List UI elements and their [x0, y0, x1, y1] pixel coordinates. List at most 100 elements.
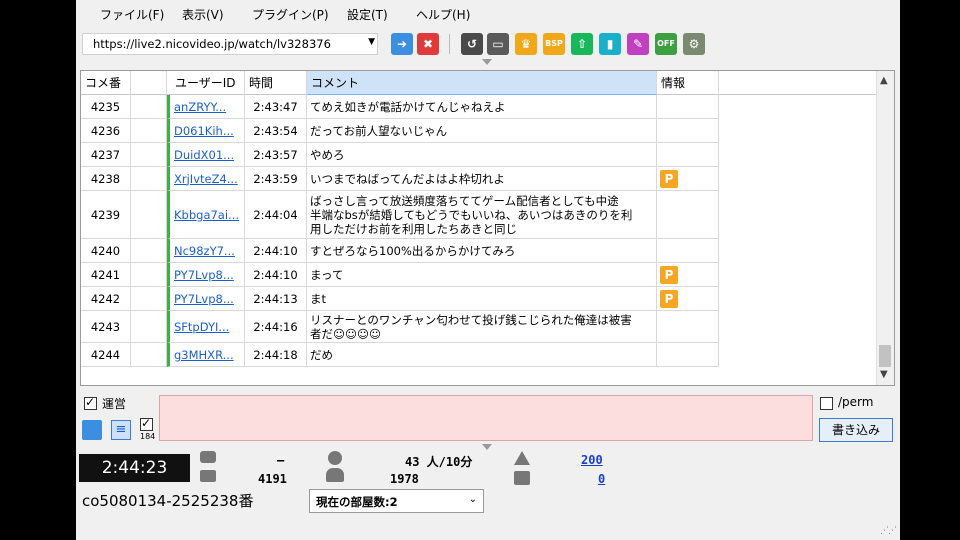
- row-comment-lines: まt: [310, 292, 326, 306]
- row-time: 2:44:13: [245, 287, 307, 311]
- comment-total-icon: [200, 470, 216, 482]
- hide-184-checkbox[interactable]: [140, 416, 153, 431]
- resize-grip-icon[interactable]: ⋰⋰: [880, 526, 897, 536]
- header-comment-number[interactable]: コメ番: [81, 71, 131, 95]
- keyboard-icon[interactable]: [82, 420, 102, 440]
- row-info: [657, 191, 719, 239]
- comment-grid[interactable]: コメ番 ユーザーID 時間 コメント 情報 4235 anZRYY... 2:43:…: [80, 70, 895, 386]
- table-row[interactable]: 4239 Kbbga7ai... 2:44:04 ばっさし言って放送頻度落ちててゲーム…: [81, 191, 721, 239]
- table-row[interactable]: 4236 D061Kih... 2:43:54 だってお前人望ないじゃん: [81, 119, 721, 143]
- row-user-id-link[interactable]: Kbbga7ai...: [167, 191, 245, 239]
- disconnect-icon[interactable]: ✖: [417, 33, 439, 55]
- row-info: P: [657, 287, 719, 311]
- table-row[interactable]: 4242 PY7Lvp8... 2:44:13 まt P: [81, 287, 721, 311]
- scroll-up-icon[interactable]: ▲: [880, 75, 888, 86]
- header-user-id[interactable]: ユーザーID: [167, 71, 245, 95]
- row-time: 2:44:04: [245, 191, 307, 239]
- list-icon[interactable]: ≡: [111, 420, 131, 440]
- community-id: co5080134-2525238番: [82, 492, 254, 510]
- menu-file[interactable]: ファイル(F): [100, 6, 164, 23]
- splitter-arrow-icon[interactable]: [482, 59, 492, 65]
- room-select-value: 現在の部屋数:2: [316, 495, 398, 509]
- row-user-id-link[interactable]: PY7Lvp8...: [167, 263, 245, 287]
- vertical-scrollbar[interactable]: ▲ ▼: [876, 71, 894, 385]
- table-row[interactable]: 4240 Nc98zY7... 2:44:10 すとぜろなら100%出るからかけてみろ: [81, 239, 721, 263]
- bsp-icon[interactable]: BSP: [543, 33, 565, 55]
- visitors-icon: [326, 468, 344, 482]
- chevron-down-icon[interactable]: ⌄: [469, 494, 477, 505]
- table-row[interactable]: 4238 XrjIvteZ4... 2:43:59 いつまでねばってんだよはよ枠切れよ…: [81, 167, 721, 191]
- row-user-id-link[interactable]: g3MHXR...: [167, 343, 245, 367]
- upload-icon[interactable]: ⇧: [571, 33, 593, 55]
- menu-view[interactable]: 表示(V): [182, 6, 224, 23]
- menu-bar: ファイル(F) 表示(V) プラグイン(P) 設定(T) ヘルプ(H): [76, 0, 900, 28]
- perm-checkbox[interactable]: [820, 397, 833, 410]
- row-comment-line: 用しただけお前を利用したちあきと同じ: [310, 221, 517, 236]
- row-user-id-link[interactable]: D061Kih...: [167, 119, 245, 143]
- settings-icon[interactable]: ⚙: [683, 33, 705, 55]
- row-comment-number: 4242: [81, 287, 131, 311]
- row-time: 2:43:54: [245, 119, 307, 143]
- row-comment: まt: [307, 287, 657, 311]
- splitter-arrow-icon[interactable]: [482, 444, 492, 450]
- row-comment-number: 4235: [81, 95, 131, 119]
- table-row[interactable]: 4243 SFtpDYI... 2:44:16 リスナーとのワンチャン匂わせて投げ銭こ…: [81, 311, 721, 343]
- row-blank-cell: [131, 191, 167, 239]
- menu-help[interactable]: ヘルプ(H): [416, 6, 470, 23]
- menu-plugin[interactable]: プラグイン(P): [252, 6, 329, 23]
- header-comment[interactable]: コメント: [307, 71, 657, 95]
- row-user-id-link[interactable]: PY7Lvp8...: [167, 287, 245, 311]
- header-blank[interactable]: [131, 71, 167, 95]
- off-icon[interactable]: OFF: [655, 33, 677, 55]
- write-button[interactable]: 書き込み: [819, 418, 893, 442]
- row-info: [657, 95, 719, 119]
- table-row[interactable]: 4241 PY7Lvp8... 2:44:10 まって P: [81, 263, 721, 287]
- row-comment-lines: リスナーとのワンチャン匂わせて投げ銭こじられた俺達は被害 者だ☺☺☺☺: [310, 313, 632, 341]
- row-user-id-link[interactable]: Nc98zY7...: [167, 239, 245, 263]
- header-time[interactable]: 時間: [245, 71, 307, 95]
- row-user-id-link[interactable]: DuidX01...: [167, 143, 245, 167]
- row-user-id-link[interactable]: SFtpDYI...: [167, 311, 245, 343]
- room-select[interactable]: 現在の部屋数:2 ⌄: [309, 489, 484, 513]
- table-row[interactable]: 4244 g3MHXR... 2:44:18 だめ: [81, 343, 721, 367]
- gift-icon: [514, 471, 530, 485]
- menu-settings[interactable]: 設定(T): [347, 6, 388, 23]
- row-user-id-link[interactable]: XrjIvteZ4...: [167, 167, 245, 191]
- url-input[interactable]: https://live2.nicovideo.jp/watch/lv32837…: [82, 33, 378, 55]
- row-comment-line: 半端なbsが結婚してもどうでもいいね、あいつはあきのりを利: [310, 207, 633, 222]
- stats-icon[interactable]: ▮: [599, 33, 621, 55]
- row-comment-line: まt: [310, 291, 327, 306]
- comment-input[interactable]: [159, 395, 813, 441]
- row-comment-line: すとぜろなら100%出るからかけてみろ: [310, 243, 516, 258]
- chevron-down-icon[interactable]: ▼: [368, 37, 375, 47]
- row-comment-line: やめろ: [310, 147, 345, 162]
- row-comment: ばっさし言って放送頻度落ちててゲーム配信者としても中途 半端なbsが結婚してもどう…: [307, 191, 657, 239]
- row-comment-number: 4236: [81, 119, 131, 143]
- crown-icon[interactable]: ♛: [515, 33, 537, 55]
- row-time: 2:43:57: [245, 143, 307, 167]
- unei-checkbox[interactable]: [84, 395, 97, 410]
- row-time: 2:44:10: [245, 239, 307, 263]
- row-user-id-link[interactable]: anZRYY...: [167, 95, 245, 119]
- scroll-thumb[interactable]: [879, 345, 891, 367]
- scroll-down-icon[interactable]: ▼: [880, 369, 888, 380]
- hide-184-label: 184: [140, 432, 156, 441]
- connect-icon[interactable]: ➜: [391, 33, 413, 55]
- row-blank-cell: [131, 263, 167, 287]
- window-icon[interactable]: ▭: [487, 33, 509, 55]
- gift-points-link[interactable]: 0: [598, 472, 605, 486]
- row-comment-number: 4238: [81, 167, 131, 191]
- ad-points-link[interactable]: 200: [581, 453, 603, 467]
- table-row[interactable]: 4235 anZRYY... 2:43:47 てめえ如きが電話かけてんじゃねえよ: [81, 95, 721, 119]
- row-comment-lines: てめえ如きが電話かけてんじゃねえよ: [310, 100, 506, 114]
- row-comment-line: リスナーとのワンチャン匂わせて投げ銭こじられた俺達は被害: [310, 312, 632, 327]
- perm-label: /perm: [838, 395, 874, 409]
- table-row[interactable]: 4237 DuidX01... 2:43:57 やめろ: [81, 143, 721, 167]
- undo-icon[interactable]: ↺: [461, 33, 483, 55]
- header-info[interactable]: 情報: [657, 71, 719, 95]
- tag-icon[interactable]: ✎: [627, 33, 649, 55]
- row-info: P: [657, 167, 719, 191]
- row-blank-cell: [131, 287, 167, 311]
- row-comment-lines: やめろ: [310, 148, 345, 162]
- ad-icon: [514, 451, 530, 465]
